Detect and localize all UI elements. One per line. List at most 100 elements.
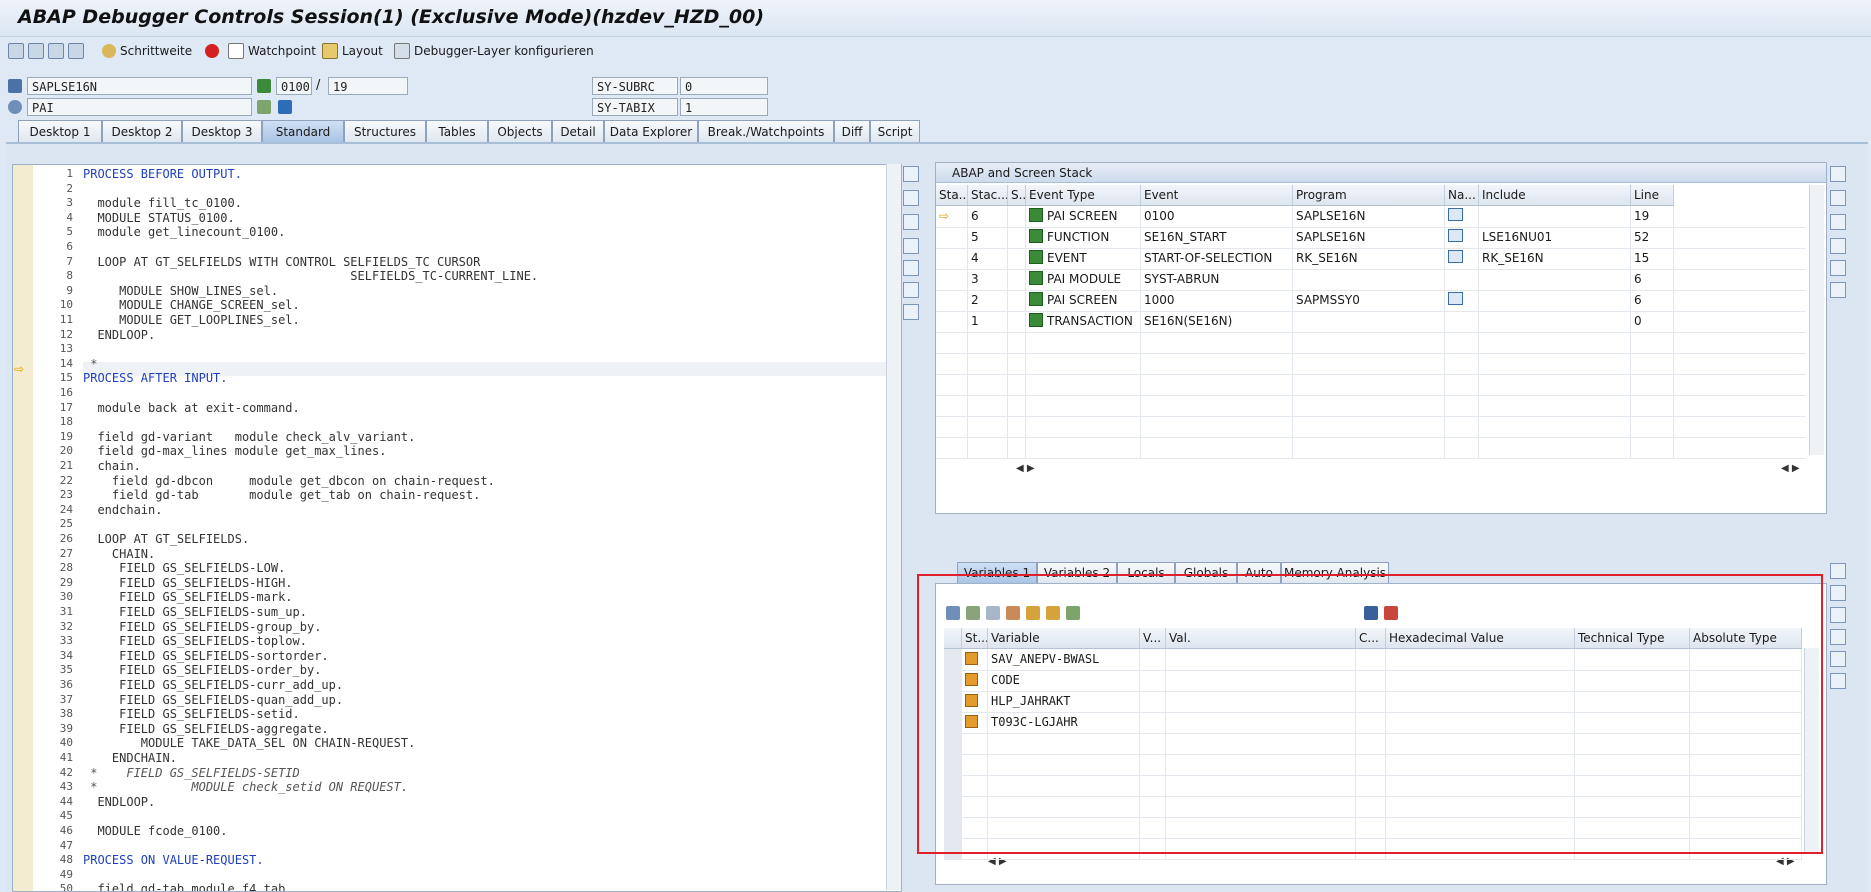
code-line[interactable]: MODULE fcode_0100.: [83, 824, 227, 838]
stack-settings-icon[interactable]: [1830, 282, 1846, 298]
services-icon[interactable]: [903, 282, 919, 298]
code-line[interactable]: SELFIELDS_TC-CURRENT_LINE.: [83, 269, 538, 283]
swap-tool-icon[interactable]: [903, 190, 919, 206]
navigate-icon[interactable]: [1448, 250, 1463, 263]
code-line[interactable]: module get_linecount_0100.: [83, 225, 285, 239]
stack-row[interactable]: 2 PAI SCREEN 1000 SAPMSSY0 6: [936, 290, 1806, 312]
variables-fullscreen-icon[interactable]: [1830, 607, 1846, 623]
col-nav[interactable]: Na...: [1445, 185, 1479, 205]
stack-row[interactable]: [936, 416, 1806, 438]
tab-structures[interactable]: Structures: [344, 120, 426, 142]
code-line[interactable]: FIELD GS_SELFIELDS-LOW.: [83, 561, 285, 575]
tab-break-watchpoints[interactable]: Break./Watchpoints: [698, 120, 834, 142]
info-icon[interactable]: [278, 100, 292, 114]
col-s[interactable]: S...: [1008, 185, 1026, 205]
layout-button[interactable]: Layout: [322, 42, 383, 60]
code-line[interactable]: field gd-tab module get_tab on chain-req…: [83, 488, 480, 502]
tab-desktop-2[interactable]: Desktop 2: [102, 120, 182, 142]
execute-icon[interactable]: [28, 43, 44, 59]
code-line[interactable]: FIELD GS_SELFIELDS-quan_add_up.: [83, 693, 343, 707]
breakpoint-gutter[interactable]: [13, 165, 34, 891]
code-line[interactable]: FIELD GS_SELFIELDS-sortorder.: [83, 649, 329, 663]
code-line[interactable]: * MODULE check_setid ON REQUEST.: [83, 780, 408, 794]
step-size-button[interactable]: Schrittweite: [102, 42, 192, 60]
col-program[interactable]: Program: [1293, 185, 1445, 205]
stack-fullscreen-icon[interactable]: [1830, 214, 1846, 230]
editor-scrollbar[interactable]: [886, 164, 901, 890]
code-line[interactable]: LOOP AT GT_SELFIELDS.: [83, 532, 249, 546]
new-tool-icon[interactable]: [903, 260, 919, 276]
code-line[interactable]: FIELD GS_SELFIELDS-HIGH.: [83, 576, 292, 590]
stack-row[interactable]: 3 PAI MODULE SYST-ABRUN 6: [936, 269, 1806, 291]
variables-services-icon[interactable]: [1830, 651, 1846, 667]
code-line[interactable]: ENDLOOP.: [83, 795, 155, 809]
code-line[interactable]: MODULE GET_LOOPLINES_sel.: [83, 313, 300, 327]
col-event-type[interactable]: Event Type: [1026, 185, 1141, 205]
code-line[interactable]: module back at exit-command.: [83, 401, 299, 415]
stack-row[interactable]: [936, 332, 1806, 354]
code-line[interactable]: PROCESS BEFORE OUTPUT.: [83, 167, 242, 181]
screen-layout-icon[interactable]: [257, 100, 271, 114]
col-status[interactable]: Sta...: [936, 185, 968, 205]
code-line[interactable]: field gd-dbcon module get_dbcon on chain…: [83, 474, 495, 488]
replace-tool-icon[interactable]: [903, 214, 919, 230]
stack-row[interactable]: 1 TRANSACTION SE16N(SE16N) 0: [936, 311, 1806, 333]
maximize-editor-icon[interactable]: [903, 166, 919, 182]
code-line[interactable]: MODULE SHOW_LINES_sel.: [83, 284, 278, 298]
variables-swap-icon[interactable]: [1830, 585, 1846, 601]
tab-desktop-3[interactable]: Desktop 3: [182, 120, 262, 142]
code-line[interactable]: *: [83, 357, 97, 371]
stack-row[interactable]: [936, 395, 1806, 417]
code-line[interactable]: ENDLOOP.: [83, 328, 155, 342]
tab-desktop-1[interactable]: Desktop 1: [18, 120, 102, 142]
code-line[interactable]: * FIELD GS_SELFIELDS-SETID: [83, 766, 300, 780]
tab-diff[interactable]: Diff: [834, 120, 870, 142]
code-line[interactable]: PROCESS ON VALUE-REQUEST.: [83, 853, 264, 867]
code-line[interactable]: MODULE TAKE_DATA_SEL ON CHAIN-REQUEST.: [83, 736, 416, 750]
code-line[interactable]: CHAIN.: [83, 547, 155, 561]
code-line[interactable]: endchain.: [83, 503, 162, 517]
code-line[interactable]: FIELD GS_SELFIELDS-aggregate.: [83, 722, 329, 736]
code-line[interactable]: chain.: [83, 459, 140, 473]
code-line[interactable]: LOOP AT GT_SELFIELDS WITH CONTROL SELFIE…: [83, 255, 480, 269]
tab-tables[interactable]: Tables: [426, 120, 488, 142]
tab-standard[interactable]: Standard: [262, 120, 344, 142]
code-line[interactable]: ENDCHAIN.: [83, 751, 177, 765]
code-line[interactable]: module fill_tc_0100.: [83, 196, 242, 210]
code-line[interactable]: FIELD GS_SELFIELDS-group_by.: [83, 620, 321, 634]
stack-row[interactable]: 5 FUNCTION SE16N_START SAPLSE16N LSE16NU01 52: [936, 227, 1806, 249]
navigate-icon[interactable]: [1448, 292, 1463, 305]
col-stack-level[interactable]: Stac...: [968, 185, 1008, 205]
tab-objects[interactable]: Objects: [488, 120, 552, 142]
code-line[interactable]: FIELD GS_SELFIELDS-mark.: [83, 590, 292, 604]
stack-services-icon[interactable]: [1830, 260, 1846, 276]
variables-settings-icon[interactable]: [1830, 673, 1846, 689]
settings-icon[interactable]: [903, 304, 919, 320]
debugger-layer-button[interactable]: Debugger-Layer konfigurieren: [394, 42, 594, 60]
code-line[interactable]: MODULE STATUS_0100.: [83, 211, 234, 225]
col-line[interactable]: Line: [1631, 185, 1674, 205]
tab-detail[interactable]: Detail: [552, 120, 604, 142]
stack-row[interactable]: 4 EVENT START-OF-SELECTION RK_SE16N RK_SE16N…: [936, 248, 1806, 270]
stop-button[interactable]: [205, 42, 219, 60]
stack-row[interactable]: [936, 374, 1806, 396]
return-icon[interactable]: [48, 43, 64, 59]
navigate-icon[interactable]: [1448, 208, 1463, 221]
stack-swap-icon[interactable]: [1830, 190, 1846, 206]
stack-hscroll-arrows[interactable]: ◀ ▶: [1016, 463, 1035, 474]
stack-hscroll-right-arrows[interactable]: ◀ ▶: [1781, 463, 1800, 474]
col-event[interactable]: Event: [1141, 185, 1293, 205]
source-code-editor[interactable]: ⇨ 1 2 3 4 5 6 7 8 9 10 11 12 13 14 15 16 17 18 19 20 21 22 23 2…: [12, 164, 902, 892]
stack-row[interactable]: ⇨ 6 PAI SCREEN 0100 SAPLSE16N 19: [936, 206, 1806, 228]
stack-close-icon[interactable]: [1830, 166, 1846, 182]
code-line[interactable]: PROCESS AFTER INPUT.: [83, 371, 228, 385]
single-step-icon[interactable]: [8, 43, 24, 59]
navigate-icon[interactable]: [1448, 229, 1463, 242]
code-line[interactable]: FIELD GS_SELFIELDS-sum_up.: [83, 605, 307, 619]
stack-new-tool-icon[interactable]: [1830, 238, 1846, 254]
code-line[interactable]: field gd-max_lines module get_max_lines.: [83, 444, 386, 458]
stack-vscroll[interactable]: [1809, 185, 1824, 455]
code-line[interactable]: field gd-tab module f4_tab.: [83, 882, 292, 891]
code-line[interactable]: FIELD GS_SELFIELDS-setid.: [83, 707, 300, 721]
tab-script[interactable]: Script: [870, 120, 920, 142]
